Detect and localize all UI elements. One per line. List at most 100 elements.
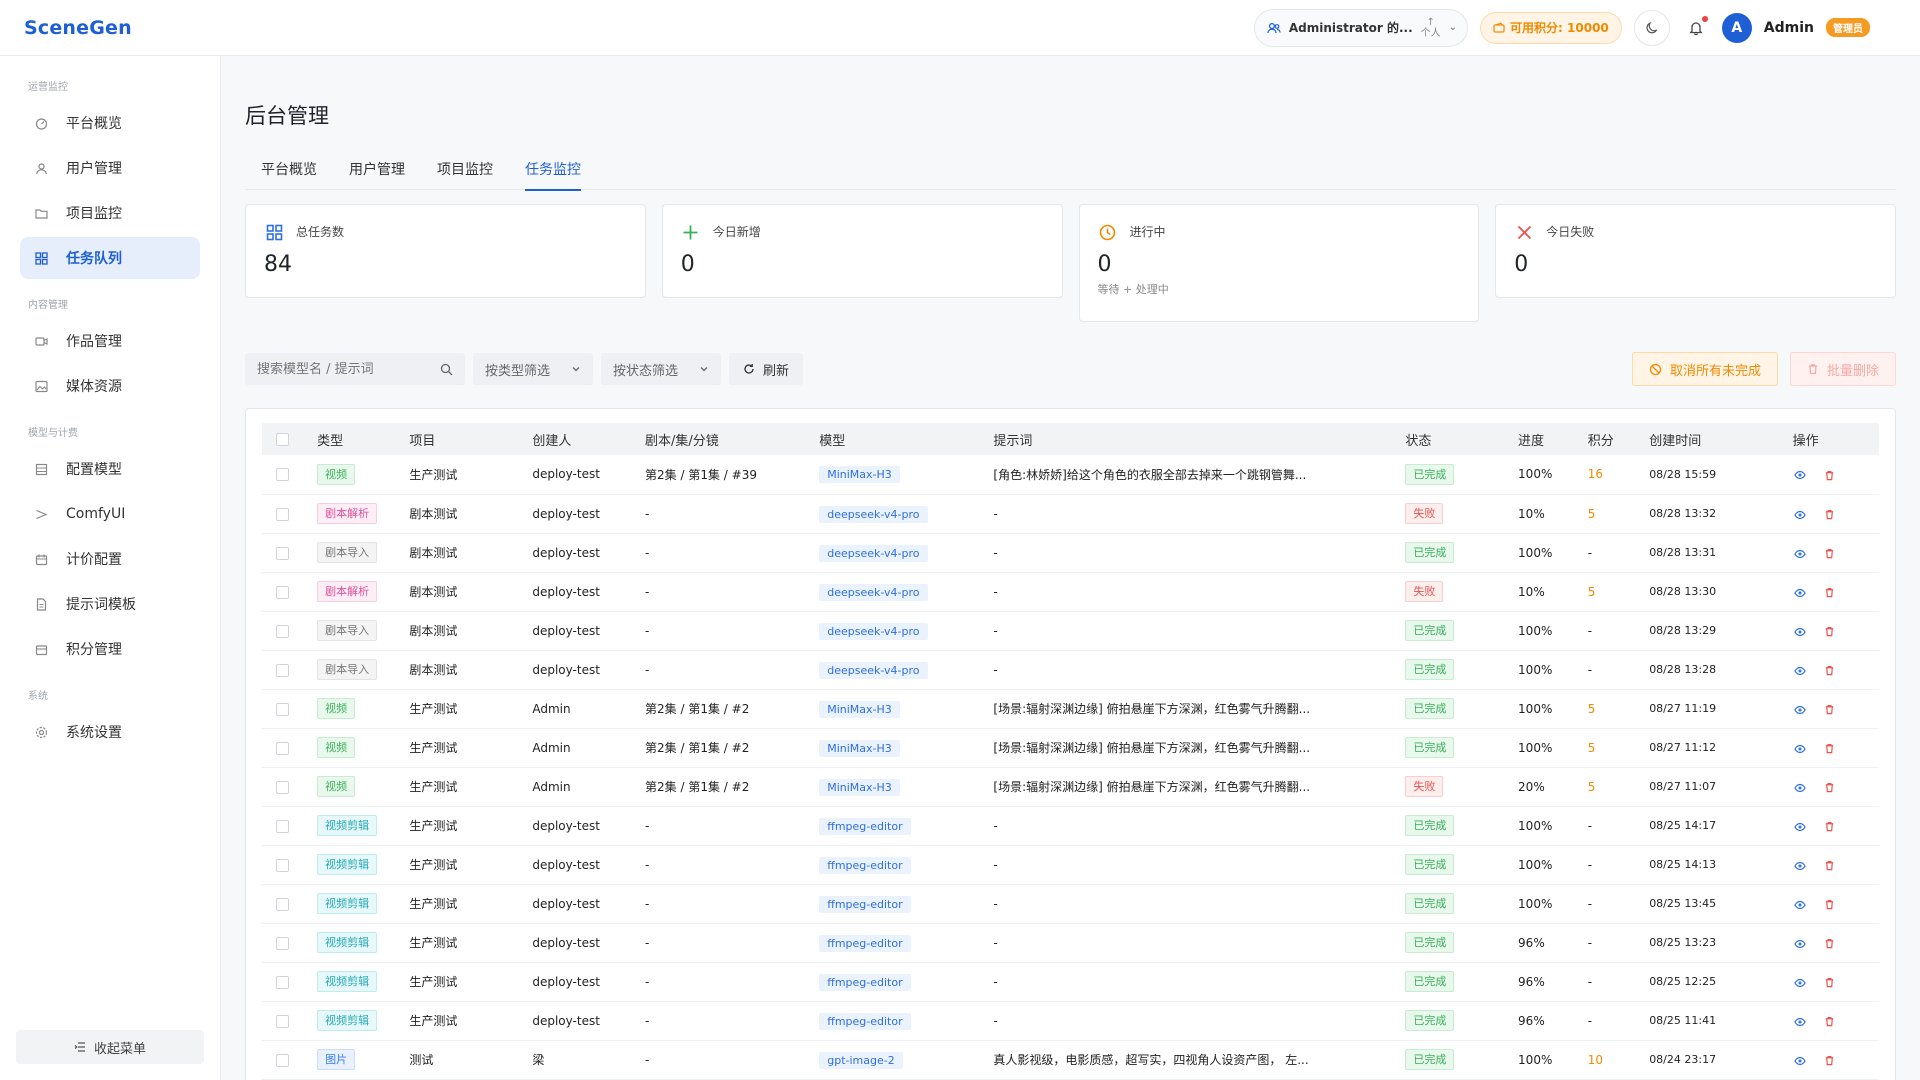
trash-icon[interactable]: [1822, 508, 1836, 521]
tab-users[interactable]: 用户管理: [333, 156, 421, 190]
eye-icon[interactable]: [1793, 859, 1807, 872]
user-name[interactable]: Admin: [1764, 20, 1814, 36]
eye-icon[interactable]: [1793, 664, 1807, 677]
trash-icon[interactable]: [1822, 820, 1836, 833]
checkbox[interactable]: [276, 546, 289, 560]
points-balance[interactable]: 可用积分: 10000: [1480, 11, 1622, 44]
cell-prompt: -: [987, 806, 1400, 846]
checkbox[interactable]: [276, 858, 289, 872]
sidebar-item-comfyui[interactable]: ComfyUI: [20, 493, 200, 535]
trash-icon[interactable]: [1822, 664, 1836, 677]
trash-icon[interactable]: [1822, 703, 1836, 716]
eye-icon[interactable]: [1793, 898, 1807, 911]
trash-icon[interactable]: [1822, 898, 1836, 911]
table-row[interactable]: 视频 生产测试 Admin 第2集 / 第1集 / #2 MiniMax-H3 …: [262, 728, 1879, 768]
checkbox[interactable]: [276, 1014, 289, 1028]
checkbox[interactable]: [276, 468, 289, 482]
checkbox[interactable]: [276, 507, 289, 521]
table-row[interactable]: 视频 生产测试 Admin 第2集 / 第1集 / #2 MiniMax-H3 …: [262, 689, 1879, 729]
sidebar-item-prompt-templates[interactable]: 提示词模板: [20, 583, 200, 625]
trash-icon[interactable]: [1822, 742, 1836, 755]
type-filter-select[interactable]: 按类型筛选: [473, 353, 593, 385]
eye-icon[interactable]: [1793, 1054, 1807, 1067]
tab-platform-overview[interactable]: 平台概览: [245, 156, 333, 190]
table-row[interactable]: 剧本解析 剧本测试 deploy-test - deepseek-v4-pro …: [262, 494, 1879, 534]
sidebar-item-points[interactable]: 积分管理: [20, 628, 200, 670]
trash-icon[interactable]: [1822, 468, 1836, 481]
sidebar-item-task-queue[interactable]: 任务队列: [20, 237, 200, 279]
sidebar-item-settings[interactable]: 系统设置: [20, 711, 200, 753]
trash-icon[interactable]: [1822, 586, 1836, 599]
table-row[interactable]: 剧本导入 剧本测试 deploy-test - deepseek-v4-pro …: [262, 611, 1879, 651]
checkbox[interactable]: [276, 702, 289, 716]
header-select-all[interactable]: [262, 423, 312, 455]
table-row[interactable]: 图片 测试 梁 - gpt-image-2 真人影视级，电影质感，超写实，四视角…: [262, 1040, 1879, 1080]
eye-icon[interactable]: [1793, 547, 1807, 560]
trash-icon[interactable]: [1822, 1054, 1836, 1067]
sidebar-item-pricing[interactable]: 计价配置: [20, 538, 200, 580]
org-switcher[interactable]: Administrator 的... ↑ 个人 ⌄: [1253, 8, 1469, 47]
notifications-button[interactable]: [1682, 10, 1710, 46]
checkbox[interactable]: [276, 936, 289, 950]
status-filter-select[interactable]: 按状态筛选: [601, 353, 721, 385]
eye-icon[interactable]: [1793, 976, 1807, 989]
table-row[interactable]: 视频剪辑 生产测试 deploy-test - ffmpeg-editor - …: [262, 1001, 1879, 1041]
app-logo[interactable]: SceneGen: [24, 17, 132, 39]
refresh-button[interactable]: 刷新: [729, 353, 804, 385]
eye-icon[interactable]: [1793, 625, 1807, 638]
trash-icon[interactable]: [1822, 1015, 1836, 1028]
cell-actions: [1786, 845, 1879, 885]
trash-icon[interactable]: [1822, 976, 1836, 989]
checkbox[interactable]: [276, 819, 289, 833]
table-row[interactable]: 视频 生产测试 deploy-test 第2集 / 第1集 / #39 Mini…: [262, 455, 1879, 495]
checkbox[interactable]: [276, 897, 289, 911]
cancel-all-button[interactable]: 取消所有未完成: [1631, 352, 1778, 386]
sidebar-item-media[interactable]: 媒体资源: [20, 365, 200, 407]
checkbox[interactable]: [276, 432, 289, 446]
sidebar-item-model-config[interactable]: 配置模型: [20, 448, 200, 490]
checkbox[interactable]: [276, 624, 289, 638]
checkbox[interactable]: [276, 663, 289, 677]
checkbox[interactable]: [276, 585, 289, 599]
eye-icon[interactable]: [1793, 1015, 1807, 1028]
table-row[interactable]: 视频剪辑 生产测试 deploy-test - ffmpeg-editor - …: [262, 806, 1879, 846]
checkbox[interactable]: [276, 975, 289, 989]
checkbox[interactable]: [276, 780, 289, 794]
eye-icon[interactable]: [1793, 703, 1807, 716]
table-row[interactable]: 剧本导入 剧本测试 deploy-test - deepseek-v4-pro …: [262, 650, 1879, 690]
trash-icon[interactable]: [1822, 937, 1836, 950]
collapse-menu-button[interactable]: 收起菜单: [16, 1030, 204, 1064]
checkbox[interactable]: [276, 741, 289, 755]
sidebar-item-projects[interactable]: 项目监控: [20, 192, 200, 234]
tab-task-monitor[interactable]: 任务监控: [509, 156, 597, 191]
table-row[interactable]: 视频剪辑 生产测试 deploy-test - ffmpeg-editor - …: [262, 845, 1879, 885]
avatar[interactable]: A: [1721, 12, 1752, 43]
cell-creator: Admin: [526, 689, 640, 729]
sidebar-item-users[interactable]: 用户管理: [20, 147, 200, 189]
sidebar-item-platform-overview[interactable]: 平台概览: [20, 102, 200, 144]
trash-icon[interactable]: [1822, 781, 1836, 794]
table-row[interactable]: 剧本导入 剧本测试 deploy-test - deepseek-v4-pro …: [262, 533, 1879, 573]
eye-icon[interactable]: [1793, 820, 1807, 833]
table-row[interactable]: 视频剪辑 生产测试 deploy-test - ffmpeg-editor - …: [262, 923, 1879, 963]
eye-icon[interactable]: [1793, 937, 1807, 950]
eye-icon[interactable]: [1793, 781, 1807, 794]
trash-icon[interactable]: [1822, 547, 1836, 560]
table-row[interactable]: 视频 生产测试 Admin 第2集 / 第1集 / #2 MiniMax-H3 …: [262, 767, 1879, 807]
table-row[interactable]: 视频剪辑 生产测试 deploy-test - ffmpeg-editor - …: [262, 962, 1879, 1002]
eye-icon[interactable]: [1793, 508, 1807, 521]
sidebar-item-works[interactable]: 作品管理: [20, 320, 200, 362]
eye-icon[interactable]: [1793, 742, 1807, 755]
theme-toggle-button[interactable]: [1633, 9, 1670, 46]
trash-icon[interactable]: [1822, 625, 1836, 638]
eye-icon[interactable]: [1793, 468, 1807, 481]
table-row[interactable]: 视频剪辑 生产测试 deploy-test - ffmpeg-editor - …: [262, 884, 1879, 924]
search-icon[interactable]: [440, 362, 453, 377]
trash-icon[interactable]: [1822, 859, 1836, 872]
tab-projects[interactable]: 项目监控: [421, 156, 509, 190]
table-row[interactable]: 剧本解析 剧本测试 deploy-test - deepseek-v4-pro …: [262, 572, 1879, 612]
batch-delete-button[interactable]: 批量删除: [1789, 352, 1896, 386]
search-input[interactable]: [257, 361, 427, 377]
eye-icon[interactable]: [1793, 586, 1807, 599]
checkbox[interactable]: [276, 1053, 289, 1067]
